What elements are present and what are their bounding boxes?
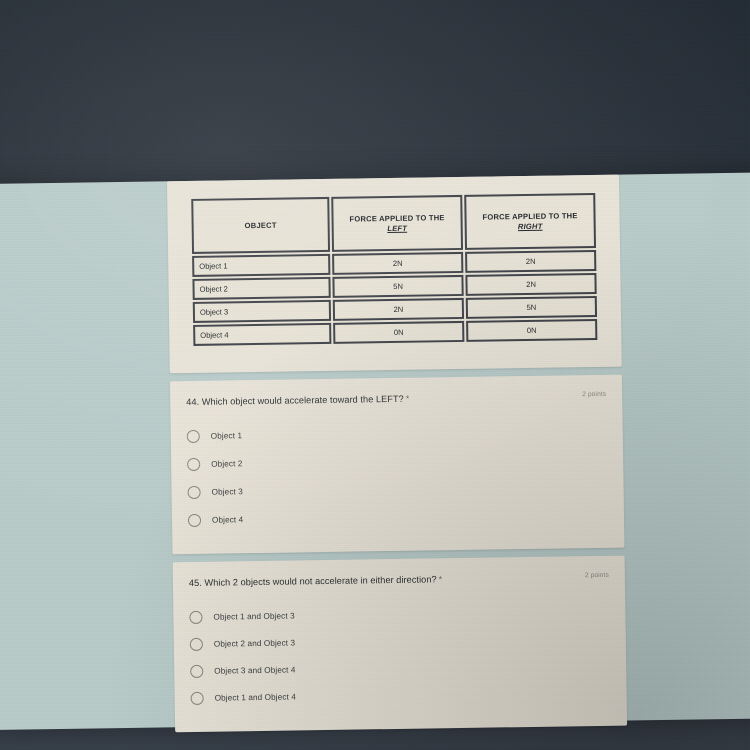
table-header-force-right: FORCE APPLIED TO THE RIGHT bbox=[464, 192, 597, 250]
radio-button-icon[interactable] bbox=[189, 610, 203, 624]
radio-button-icon[interactable] bbox=[190, 691, 204, 705]
option-label: Object 3 and Object 4 bbox=[214, 665, 296, 676]
question-45-header: 45. Which 2 objects would not accelerate… bbox=[189, 571, 609, 590]
cell-force-left: 5N bbox=[332, 274, 464, 298]
radio-button-icon[interactable] bbox=[190, 664, 204, 678]
table-body: Object 1 2N 2N Object 2 5N 2N Object 3 2… bbox=[192, 249, 598, 346]
option-label: Object 1 bbox=[210, 431, 243, 441]
table-row: Object 4 0N 0N bbox=[193, 318, 598, 346]
question-image-card: OBJECT FORCE APPLIED TO THE LEFT FORCE A… bbox=[166, 174, 622, 374]
option-label: Object 1 and Object 4 bbox=[214, 692, 297, 703]
option-row-44-4[interactable]: Object 4 bbox=[187, 500, 608, 534]
cell-force-right: 2N bbox=[465, 272, 597, 296]
question-45-required-marker: * bbox=[438, 574, 443, 585]
question-card-44: 44. Which object would accelerate toward… bbox=[169, 374, 625, 555]
cell-object-name: Object 4 bbox=[193, 322, 332, 346]
cell-force-right: 2N bbox=[465, 249, 597, 273]
option-row-45-4[interactable]: Object 1 and Object 4 bbox=[190, 679, 610, 712]
header-force-left-emphasis: LEFT bbox=[387, 223, 408, 233]
cell-force-right: 5N bbox=[465, 295, 598, 319]
question-44-number: 44. bbox=[186, 396, 200, 408]
radio-button-icon[interactable] bbox=[187, 457, 201, 471]
question-44-required-marker: * bbox=[405, 393, 410, 404]
header-force-right-text: FORCE APPLIED TO THE bbox=[482, 211, 578, 222]
radio-button-icon[interactable] bbox=[189, 637, 203, 651]
option-label: Object 2 and Object 3 bbox=[213, 638, 296, 649]
cell-force-left: 2N bbox=[332, 297, 465, 321]
option-label: Object 4 bbox=[211, 515, 244, 525]
table-header-force-left: FORCE APPLIED TO THE LEFT bbox=[331, 194, 464, 252]
question-44-points: 2 points bbox=[582, 390, 607, 399]
radio-button-icon[interactable] bbox=[187, 513, 202, 527]
table-header-row: OBJECT FORCE APPLIED TO THE LEFT FORCE A… bbox=[191, 192, 597, 254]
quiz-form-column: OBJECT FORCE APPLIED TO THE LEFT FORCE A… bbox=[166, 174, 628, 740]
radio-button-icon[interactable] bbox=[187, 485, 201, 499]
question-44-text: Which object would accelerate toward the… bbox=[201, 393, 404, 407]
question-44-title: 44. Which object would accelerate toward… bbox=[186, 393, 409, 409]
option-label: Object 1 and Object 3 bbox=[213, 611, 295, 622]
cell-force-left: 0N bbox=[333, 320, 465, 344]
header-force-right-emphasis: RIGHT bbox=[517, 221, 543, 231]
question-45-text: Which 2 objects would not accelerate in … bbox=[204, 574, 437, 589]
question-45-points: 2 points bbox=[584, 572, 609, 580]
header-force-left-text: FORCE APPLIED TO THE bbox=[349, 213, 445, 224]
cell-force-left: 2N bbox=[332, 251, 464, 275]
question-45-title: 45. Which 2 objects would not accelerate… bbox=[189, 574, 442, 590]
option-label: Object 2 bbox=[211, 459, 243, 469]
cell-object-name: Object 3 bbox=[192, 299, 332, 323]
force-data-table: OBJECT FORCE APPLIED TO THE LEFT FORCE A… bbox=[189, 191, 599, 348]
question-44-header: 44. Which object would accelerate toward… bbox=[186, 390, 606, 409]
question-card-45: 45. Which 2 objects would not accelerate… bbox=[172, 555, 628, 733]
cell-object-name: Object 1 bbox=[192, 253, 331, 277]
cell-force-right: 0N bbox=[466, 318, 598, 342]
radio-button-icon[interactable] bbox=[186, 429, 200, 443]
cell-object-name: Object 2 bbox=[192, 276, 331, 300]
table-header-object: OBJECT bbox=[191, 196, 331, 254]
photographed-screen: OBJECT FORCE APPLIED TO THE LEFT FORCE A… bbox=[0, 0, 750, 750]
monitor-screen-content: OBJECT FORCE APPLIED TO THE LEFT FORCE A… bbox=[0, 172, 750, 733]
question-45-number: 45. bbox=[188, 578, 202, 589]
header-object-text: OBJECT bbox=[244, 220, 277, 230]
option-label: Object 3 bbox=[211, 487, 243, 497]
